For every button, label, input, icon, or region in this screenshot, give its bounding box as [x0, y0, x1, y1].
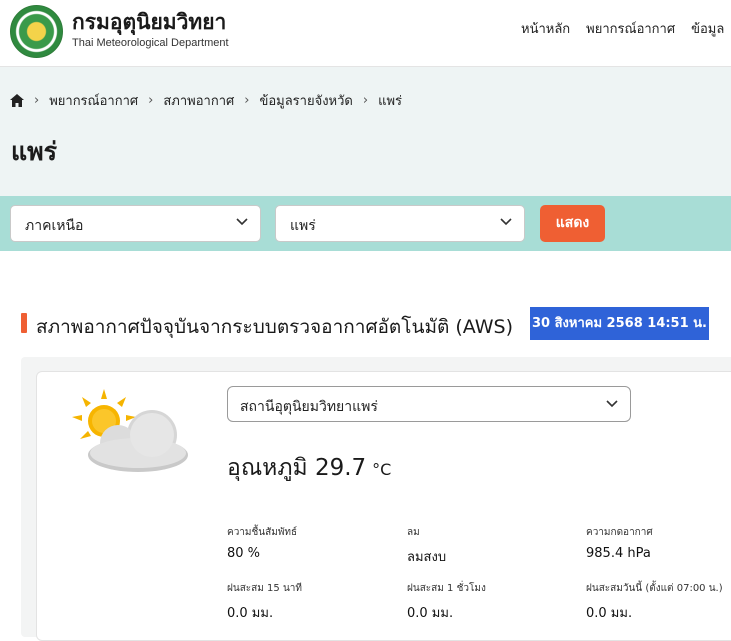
section-title: สภาพอากาศปัจจุบันจากระบบตรวจอากาศอัตโนมั… — [36, 316, 513, 338]
tmd-logo[interactable] — [10, 5, 63, 58]
breadcrumb: › พยากรณ์อากาศ › สภาพอากาศ › ข้อมูลรายจั… — [10, 90, 402, 111]
breadcrumb-forecast[interactable]: พยากรณ์อากาศ — [49, 90, 138, 111]
metric-rain-15min: ฝนสะสม 15 นาที 0.0 มม. — [227, 581, 302, 623]
metric-humidity: ความชื้นสัมพัทธ์ 80 % — [227, 525, 297, 561]
top-nav: หน้าหลัก พยากรณ์อากาศ ข้อมูล — [521, 18, 724, 39]
chevron-right-icon: › — [148, 93, 154, 108]
chevron-right-icon: › — [362, 93, 369, 108]
metric-label: ลม — [407, 527, 420, 538]
temperature-value: อุณหภูมิ 29.7 — [227, 455, 367, 481]
region-select[interactable]: ภาคเหนือ — [10, 205, 261, 242]
metric-rain-today: ฝนสะสมวันนี้ (ตั้งแต่ 07:00 น.) 0.0 มม. — [586, 581, 723, 623]
region-select-value: ภาคเหนือ — [25, 218, 84, 234]
metric-value: ลมสงบ — [407, 550, 447, 565]
chevron-down-icon — [500, 218, 512, 226]
org-name-en[interactable]: Thai Meteorological Department — [72, 37, 229, 49]
org-name-th[interactable]: กรมอุตุนิยมวิทยา — [72, 6, 226, 39]
nav-item-data[interactable]: ข้อมูล — [691, 18, 724, 39]
temperature-unit: °C — [372, 460, 392, 479]
province-select-value: แพร่ — [290, 218, 316, 234]
metric-label: ฝนสะสมวันนี้ (ตั้งแต่ 07:00 น.) — [586, 583, 723, 594]
observation-timestamp: 30 สิงหาคม 2568 14:51 น. — [530, 307, 709, 340]
chevron-right-icon: › — [244, 93, 250, 108]
chevron-down-icon — [606, 400, 618, 408]
show-button[interactable]: แสดง — [540, 205, 605, 242]
metric-label: ฝนสะสม 1 ชั่วโมง — [407, 583, 486, 594]
nav-item-forecast[interactable]: พยากรณ์อากาศ — [586, 18, 675, 39]
metric-value: 0.0 มม. — [227, 606, 274, 621]
metric-value: 985.4 hPa — [586, 546, 651, 561]
metric-pressure: ความกดอากาศ 985.4 hPa — [586, 525, 653, 561]
metric-label: ฝนสะสม 15 นาที — [227, 583, 302, 594]
home-icon[interactable] — [10, 94, 24, 107]
partly-cloudy-icon — [72, 389, 188, 472]
metric-label: ความกดอากาศ — [586, 527, 653, 538]
section-accent-bar — [21, 313, 27, 333]
page-title: แพร่ — [11, 137, 58, 166]
province-select[interactable]: แพร่ — [275, 205, 525, 242]
station-select[interactable]: สถานีอุตุนิยมวิทยาแพร่ — [227, 386, 631, 422]
metric-value: 0.0 มม. — [586, 606, 633, 621]
chevron-right-icon: › — [34, 93, 40, 108]
breadcrumb-current: แพร่ — [378, 94, 402, 109]
metric-value: 80 % — [227, 546, 261, 561]
breadcrumb-weather[interactable]: สภาพอากาศ — [163, 90, 234, 111]
nav-item-home[interactable]: หน้าหลัก — [521, 18, 570, 39]
metric-wind: ลม ลมสงบ — [407, 525, 446, 567]
metric-label: ความชื้นสัมพัทธ์ — [227, 527, 298, 538]
metric-rain-1h: ฝนสะสม 1 ชั่วโมง 0.0 มม. — [407, 581, 486, 623]
station-select-value: สถานีอุตุนิยมวิทยาแพร่ — [240, 399, 378, 415]
chevron-down-icon — [236, 218, 248, 226]
temperature-reading: อุณหภูมิ 29.7 °C — [227, 450, 391, 486]
metric-value: 0.0 มม. — [407, 606, 454, 621]
breadcrumb-province-data[interactable]: ข้อมูลรายจังหวัด — [259, 90, 352, 111]
hero-banner — [0, 67, 731, 196]
